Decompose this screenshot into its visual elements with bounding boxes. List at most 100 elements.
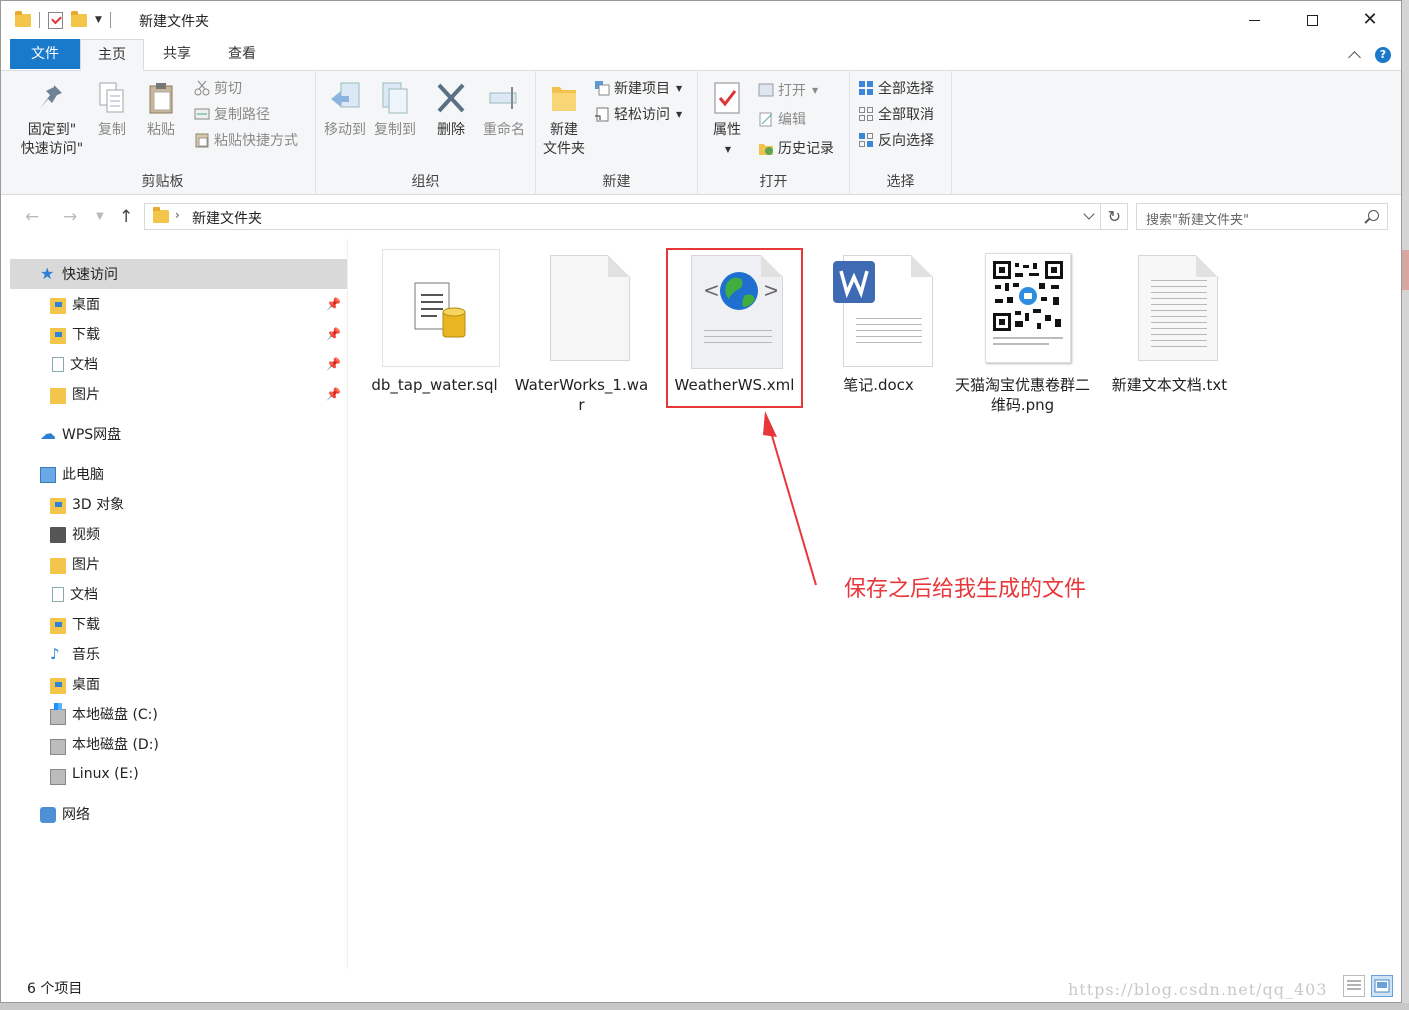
rename-button[interactable]: 重命名 <box>476 81 532 140</box>
open-group: 属性 ▼ 打开 ▼ 编辑 历史记录 打开 <box>698 71 850 195</box>
nav-label: 3D 对象 <box>72 497 125 513</box>
nav-drive-d[interactable]: 本地磁盘 (D:) <box>10 729 347 759</box>
details-view-icon[interactable] <box>1343 975 1365 997</box>
address-dropdown-icon[interactable] <box>1083 208 1095 220</box>
pin-icon[interactable]: 📌 <box>326 327 341 341</box>
folder-icon <box>15 10 31 27</box>
pin-label-1: 固定到" <box>27 122 77 138</box>
properties-label: 属性 <box>713 122 741 138</box>
nav-quick-access[interactable]: ★ 快速访问 <box>10 259 347 289</box>
close-icon: ✕ <box>1362 9 1378 30</box>
tab-home[interactable]: 主页 <box>80 39 144 72</box>
tab-share[interactable]: 共享 <box>147 39 207 71</box>
system-drive-icon <box>50 702 66 725</box>
nav-network[interactable]: 网络 <box>10 799 347 829</box>
new-item-label: 新建项目 <box>614 81 670 97</box>
downloads-folder-icon <box>50 327 66 344</box>
nav-this-pc[interactable]: 此电脑 <box>10 459 347 489</box>
breadcrumb-chevron-icon[interactable]: › <box>175 208 180 222</box>
ribbon: 固定到" 快速访问" 复制 粘贴 剪切 复制路径 粘贴快捷方式 剪贴板 移动到 … <box>1 71 1401 195</box>
nav-desktop[interactable]: 桌面 <box>10 669 347 699</box>
pin-quick-access-button[interactable]: 固定到" 快速访问" <box>14 81 90 159</box>
quick-access-toolbar: ▼ <box>15 9 111 31</box>
nav-music[interactable]: ♪ 音乐 <box>10 639 347 669</box>
new-item-button[interactable]: 新建项目 ▼ <box>594 77 682 99</box>
nav-wps-drive[interactable]: ☁ WPS网盘 <box>10 419 347 449</box>
breadcrumb-current[interactable]: 新建文件夹 <box>192 208 262 228</box>
forward-button[interactable]: → <box>63 207 77 227</box>
invert-selection-label: 反向选择 <box>878 133 934 149</box>
help-icon[interactable]: ? <box>1375 47 1391 63</box>
nav-label: 桌面 <box>72 297 100 313</box>
computer-icon <box>40 467 56 483</box>
recent-locations-icon[interactable]: ▼ <box>96 211 104 222</box>
search-input[interactable]: 搜索"新建文件夹" <box>1136 203 1388 230</box>
nav-pictures[interactable]: 图片 <box>10 549 347 579</box>
copy-to-button[interactable]: 复制到 <box>370 81 420 140</box>
delete-icon <box>435 81 467 115</box>
clipboard-group-label: 剪贴板 <box>141 174 184 190</box>
copy-icon <box>96 81 128 115</box>
minimize-button[interactable] <box>1225 1 1283 39</box>
qat-dropdown-icon[interactable]: ▼ <box>95 15 102 25</box>
copy-path-icon <box>194 106 210 122</box>
pin-icon[interactable]: 📌 <box>326 357 341 371</box>
pin-icon[interactable]: 📌 <box>326 387 341 401</box>
dropdown-arrow-icon: ▼ <box>724 145 732 154</box>
new-folder-icon <box>548 81 580 115</box>
nav-qa-desktop[interactable]: 桌面 📌 <box>10 289 347 319</box>
tab-view[interactable]: 查看 <box>211 39 273 71</box>
back-button[interactable]: ← <box>25 207 39 227</box>
nav-documents[interactable]: 文档 <box>10 579 347 609</box>
annotation-arrow <box>763 411 817 586</box>
properties-icon[interactable] <box>48 11 63 29</box>
delete-button[interactable]: 删除 <box>428 81 474 140</box>
nav-label: 文档 <box>70 357 98 373</box>
up-button[interactable]: ↑ <box>119 207 133 227</box>
select-all-button[interactable]: 全部选择 <box>858 77 934 99</box>
nav-downloads[interactable]: 下载 <box>10 609 347 639</box>
nav-qa-downloads[interactable]: 下载 📌 <box>10 319 347 349</box>
nav-qa-documents[interactable]: 文档 📌 <box>10 349 347 379</box>
nav-label: 本地磁盘 (D:) <box>72 737 159 753</box>
nav-drive-e[interactable]: Linux (E:) <box>10 759 347 789</box>
select-none-button[interactable]: 全部取消 <box>858 103 934 125</box>
edit-button[interactable]: 编辑 <box>758 108 806 130</box>
invert-selection-button[interactable]: 反向选择 <box>858 129 934 151</box>
properties-button[interactable]: 属性 ▼ <box>704 81 750 159</box>
paste-shortcut-label: 粘贴快捷方式 <box>214 133 298 149</box>
nav-qa-pictures[interactable]: 图片 📌 <box>10 379 347 409</box>
collapse-ribbon-icon[interactable] <box>1348 50 1361 64</box>
window-title: 新建文件夹 <box>139 14 209 30</box>
open-button[interactable]: 打开 ▼ <box>758 79 818 101</box>
paste-button[interactable]: 粘贴 <box>138 81 184 140</box>
tab-file[interactable]: 文件 <box>10 39 80 69</box>
search-icon[interactable] <box>1368 210 1379 221</box>
select-none-label: 全部取消 <box>878 107 934 123</box>
nav-3d-objects[interactable]: 3D 对象 <box>10 489 347 519</box>
new-folder-label-2: 文件夹 <box>543 141 585 157</box>
nav-label: 网络 <box>62 807 90 823</box>
refresh-icon[interactable]: ↻ <box>1108 207 1121 226</box>
history-button[interactable]: 历史记录 <box>758 137 834 159</box>
new-folder-icon[interactable] <box>71 10 87 27</box>
nav-videos[interactable]: 视频 <box>10 519 347 549</box>
pin-icon[interactable]: 📌 <box>326 297 341 311</box>
move-to-button[interactable]: 移动到 <box>320 81 370 140</box>
cut-button[interactable]: 剪切 <box>194 77 242 99</box>
nav-drive-c[interactable]: 本地磁盘 (C:) <box>10 699 347 729</box>
background-strip <box>1402 0 1409 1010</box>
new-folder-button[interactable]: 新建 文件夹 <box>538 81 590 159</box>
nav-label: 视频 <box>72 527 100 543</box>
easy-access-button[interactable]: 轻松访问 ▼ <box>594 103 682 125</box>
maximize-icon <box>1306 14 1318 26</box>
copy-button[interactable]: 复制 <box>90 81 134 140</box>
maximize-button[interactable] <box>1283 1 1341 39</box>
address-bar[interactable]: › 新建文件夹 ↻ <box>144 203 1128 230</box>
close-button[interactable]: ✕ <box>1341 1 1399 39</box>
copy-path-button[interactable]: 复制路径 <box>194 103 270 125</box>
paste-shortcut-button[interactable]: 粘贴快捷方式 <box>194 129 298 151</box>
nav-label: 图片 <box>72 387 100 403</box>
large-icons-view-icon[interactable] <box>1371 975 1393 997</box>
select-group-label: 选择 <box>886 174 915 190</box>
